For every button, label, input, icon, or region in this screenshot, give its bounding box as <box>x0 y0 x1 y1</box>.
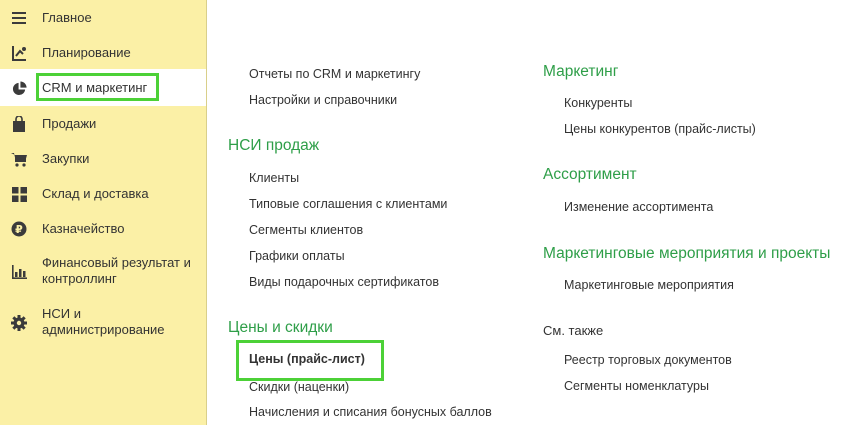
link-client-segments[interactable]: Сегменты клиентов <box>249 223 363 237</box>
label-line-2: контроллинг <box>42 271 117 286</box>
label-line-1: НСИ и <box>42 306 81 321</box>
link-clients[interactable]: Клиенты <box>249 171 299 185</box>
section-title-assortment: Ассортимент <box>543 166 637 183</box>
sidebar-item-nsi-admin[interactable]: НСИ и администрирование <box>0 305 206 341</box>
section-title-marketing: Маркетинг <box>543 63 619 80</box>
pie-chart-icon <box>11 80 27 96</box>
sidebar-item-sales[interactable]: Продажи <box>0 114 206 134</box>
sidebar: Главное Планирование CRM и маркетинг Про… <box>0 0 207 425</box>
link-competitors[interactable]: Конкуренты <box>564 96 632 110</box>
sidebar-item-warehouse[interactable]: Склад и доставка <box>0 184 206 204</box>
sidebar-item-crm[interactable]: CRM и маркетинг <box>0 69 206 106</box>
price-list-highlight <box>236 340 384 381</box>
section-title-marketing-events: Маркетинговые мероприятия и проекты <box>543 245 831 262</box>
section-title-prices-discounts: Цены и скидки <box>228 319 333 336</box>
sidebar-item-label: НСИ и администрирование <box>42 306 165 338</box>
link-assortment-change[interactable]: Изменение ассортимента <box>564 200 713 214</box>
bar-chart-icon <box>11 264 27 280</box>
sidebar-item-purchases[interactable]: Закупки <box>0 149 206 169</box>
link-gift-certificate-types[interactable]: Виды подарочных сертификатов <box>249 275 439 289</box>
cart-icon <box>11 151 27 167</box>
sidebar-item-label: Закупки <box>42 151 90 166</box>
svg-text:₽: ₽ <box>15 223 23 236</box>
ruble-icon: ₽ <box>11 221 27 237</box>
sidebar-item-label: Финансовый результат и контроллинг <box>42 255 191 287</box>
link-settings-directories[interactable]: Настройки и справочники <box>249 93 397 107</box>
link-standard-agreements[interactable]: Типовые соглашения с клиентами <box>249 197 447 211</box>
link-discounts-markups[interactable]: Скидки (наценки) <box>249 380 349 394</box>
section-title-nsi-sales: НСИ продаж <box>228 137 320 154</box>
sidebar-item-label: Продажи <box>42 116 97 131</box>
sidebar-item-label: Казначейство <box>42 221 125 236</box>
link-trade-documents-registry[interactable]: Реестр торговых документов <box>564 353 732 367</box>
menu-icon <box>11 10 27 26</box>
link-competitor-prices[interactable]: Цены конкурентов (прайс-листы) <box>564 122 756 136</box>
link-bonus-points[interactable]: Начисления и списания бонусных баллов <box>249 405 492 419</box>
link-nomenclature-segments[interactable]: Сегменты номенклатуры <box>564 379 709 393</box>
label-line-1: Финансовый результат и <box>42 255 191 270</box>
link-payment-schedules[interactable]: Графики оплаты <box>249 249 345 263</box>
sidebar-item-label: Планирование <box>42 45 131 60</box>
sidebar-item-label: Склад и доставка <box>42 186 149 201</box>
link-marketing-events[interactable]: Маркетинговые мероприятия <box>564 278 734 292</box>
sidebar-item-label: CRM и маркетинг <box>42 79 148 95</box>
sidebar-item-planning[interactable]: Планирование <box>0 43 206 63</box>
sidebar-item-main[interactable]: Главное <box>0 8 206 28</box>
shopping-bag-icon <box>11 116 27 132</box>
sidebar-item-financial-result[interactable]: Финансовый результат и контроллинг <box>0 254 206 290</box>
label-line-2: администрирование <box>42 322 165 337</box>
sidebar-item-treasury[interactable]: ₽ Казначейство <box>0 219 206 239</box>
see-also-title: См. также <box>543 323 604 338</box>
warehouse-icon <box>11 186 27 202</box>
planning-icon <box>11 45 27 61</box>
link-crm-reports[interactable]: Отчеты по CRM и маркетингу <box>249 67 420 81</box>
sidebar-item-label: Главное <box>42 10 92 25</box>
gear-icon <box>11 315 27 331</box>
